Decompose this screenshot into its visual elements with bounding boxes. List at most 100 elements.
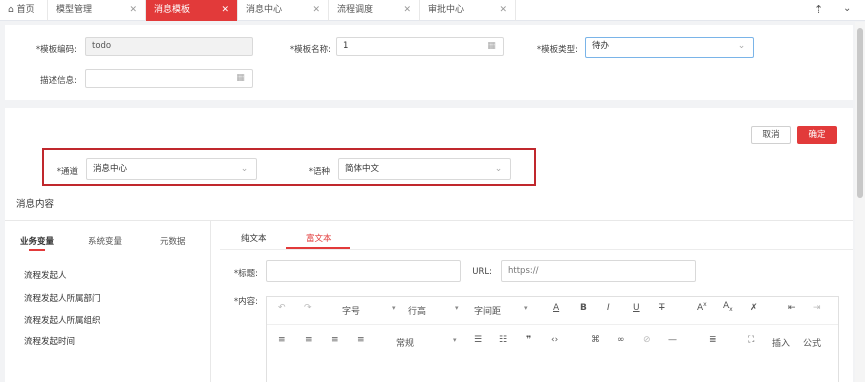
- channel-select[interactable]: 消息中心 ⌄: [86, 158, 257, 180]
- code-icon[interactable]: ‹›: [551, 335, 558, 345]
- template-code-value: todo: [92, 41, 112, 51]
- tab-process-scheduling[interactable]: 流程调度 ✕: [329, 0, 420, 21]
- url-label: URL:: [472, 267, 492, 277]
- language-value: 简体中文: [345, 164, 380, 174]
- template-type-select[interactable]: 待办 ⌄: [585, 37, 754, 58]
- list-item[interactable]: 流程发起时间: [24, 335, 75, 347]
- editor-tab-plain[interactable]: 纯文本: [241, 232, 267, 244]
- keyboard-icon[interactable]: ▦: [234, 72, 247, 85]
- confirm-button[interactable]: 确定: [797, 126, 837, 144]
- formula-button[interactable]: 公式: [803, 336, 821, 349]
- channel-label: *通道: [56, 167, 78, 177]
- list-item[interactable]: 流程发起人所属部门: [24, 292, 101, 304]
- close-icon[interactable]: ✕: [312, 0, 320, 21]
- letter-spacing-label: 字间距: [474, 307, 502, 317]
- format-painter-icon[interactable]: ⌘: [591, 335, 600, 345]
- caret-down-icon: ▾: [453, 336, 457, 344]
- title-label: *标题:: [233, 269, 258, 279]
- letter-spacing-select[interactable]: 字间距 ▾: [474, 304, 528, 317]
- close-icon[interactable]: ✕: [499, 0, 507, 21]
- content-label: *内容:: [233, 297, 258, 307]
- description-input[interactable]: ▦: [85, 69, 253, 88]
- caret-down-icon: ▾: [524, 304, 528, 312]
- var-tab-metadata[interactable]: 元数据: [160, 235, 186, 247]
- template-name-input[interactable]: 1 ▦: [336, 37, 504, 56]
- cancel-button[interactable]: 取消: [751, 126, 791, 144]
- clear-icon[interactable]: ≣: [709, 335, 717, 345]
- italic-icon[interactable]: I: [607, 303, 610, 313]
- unlink-icon[interactable]: ⊘: [643, 335, 651, 345]
- chevron-down-icon[interactable]: ⌄: [843, 3, 851, 14]
- divider: [210, 221, 211, 382]
- url-input[interactable]: [501, 260, 696, 282]
- bold-icon[interactable]: B: [580, 303, 587, 313]
- editor-tab-rich[interactable]: 富文本: [306, 232, 332, 244]
- insert-button[interactable]: 插入: [772, 336, 790, 349]
- caret-down-icon: ▾: [392, 304, 396, 312]
- list-item[interactable]: 流程发起人所属组织: [24, 314, 101, 326]
- scrollbar-thumb[interactable]: [857, 28, 863, 198]
- align-right-icon[interactable]: ≡: [331, 335, 339, 345]
- align-justify-icon[interactable]: ≡: [357, 335, 365, 345]
- undo-icon[interactable]: ↶: [278, 303, 286, 313]
- template-type-value: 待办: [592, 41, 610, 51]
- close-icon[interactable]: ✕: [221, 0, 229, 21]
- divider: [5, 220, 853, 221]
- divider: [220, 249, 853, 250]
- superscript-icon[interactable]: Ax: [697, 301, 707, 313]
- align-left-icon[interactable]: ≡: [278, 335, 286, 345]
- keyboard-icon[interactable]: ▦: [485, 40, 498, 53]
- home-icon: ⌂: [8, 5, 14, 15]
- ordered-list-icon[interactable]: ☷: [499, 335, 507, 345]
- align-center-icon[interactable]: ≡: [305, 335, 313, 345]
- template-code-input: todo: [85, 37, 253, 56]
- close-icon[interactable]: ✕: [403, 0, 411, 21]
- var-tab-business[interactable]: 业务变量: [20, 235, 54, 247]
- link-icon[interactable]: ∞: [617, 335, 625, 345]
- underline-icon[interactable]: U: [633, 303, 640, 313]
- tab-label: 模型管理: [56, 5, 93, 15]
- active-tab-indicator: [29, 249, 45, 251]
- clear-format-icon[interactable]: ✗: [750, 303, 758, 313]
- paragraph-select[interactable]: 常规 ▾: [396, 336, 457, 349]
- title-input[interactable]: [266, 260, 461, 282]
- fullscreen-icon[interactable]: ⛶: [748, 335, 754, 345]
- tab-approval-center[interactable]: 审批中心 ✕: [420, 0, 516, 21]
- tab-label: 流程调度: [337, 5, 374, 15]
- upload-icon[interactable]: ⇡: [814, 3, 823, 16]
- strikethrough-icon[interactable]: T: [659, 303, 665, 313]
- var-tab-system[interactable]: 系统变量: [88, 235, 122, 247]
- quote-icon[interactable]: ❞: [526, 335, 531, 345]
- language-select[interactable]: 简体中文 ⌄: [338, 158, 511, 180]
- line-height-select[interactable]: 行高 ▾: [408, 304, 459, 317]
- tab-model-management[interactable]: 模型管理 ✕: [48, 0, 146, 21]
- bullet-list-icon[interactable]: ☰: [474, 335, 482, 345]
- paragraph-label: 常规: [396, 339, 415, 349]
- chevron-down-icon: ⌄: [737, 41, 746, 51]
- description-label: 描述信息:: [40, 76, 77, 86]
- divider: [267, 324, 838, 325]
- tab-message-template[interactable]: 消息模板 ✕: [146, 0, 238, 21]
- template-name-value: 1: [343, 41, 349, 51]
- tab-message-center[interactable]: 消息中心 ✕: [238, 0, 329, 21]
- tab-label: 首页: [16, 5, 35, 15]
- outdent-icon[interactable]: ⇤: [788, 303, 796, 313]
- indent-icon[interactable]: ⇥: [813, 303, 821, 313]
- list-item[interactable]: 流程发起人: [24, 269, 67, 281]
- tab-label: 消息中心: [246, 5, 283, 15]
- font-size-select[interactable]: 字号 ▾: [342, 304, 396, 317]
- channel-value: 消息中心: [93, 164, 128, 174]
- redo-icon[interactable]: ↷: [304, 303, 312, 313]
- language-label: *语种: [308, 167, 330, 177]
- tab-label: 审批中心: [428, 5, 465, 15]
- tab-home[interactable]: ⌂ 首页: [0, 0, 48, 21]
- subscript-icon[interactable]: Ax: [723, 301, 733, 313]
- font-size-label: 字号: [342, 307, 361, 317]
- template-type-label: *模板类型:: [536, 45, 578, 55]
- close-icon[interactable]: ✕: [129, 0, 137, 21]
- chevron-down-icon: ⌄: [494, 164, 503, 174]
- section-title: 消息内容: [16, 199, 55, 210]
- template-code-label: *模板编码:: [35, 45, 77, 55]
- font-color-icon[interactable]: A: [553, 303, 559, 313]
- horizontal-rule-icon[interactable]: —: [668, 335, 677, 345]
